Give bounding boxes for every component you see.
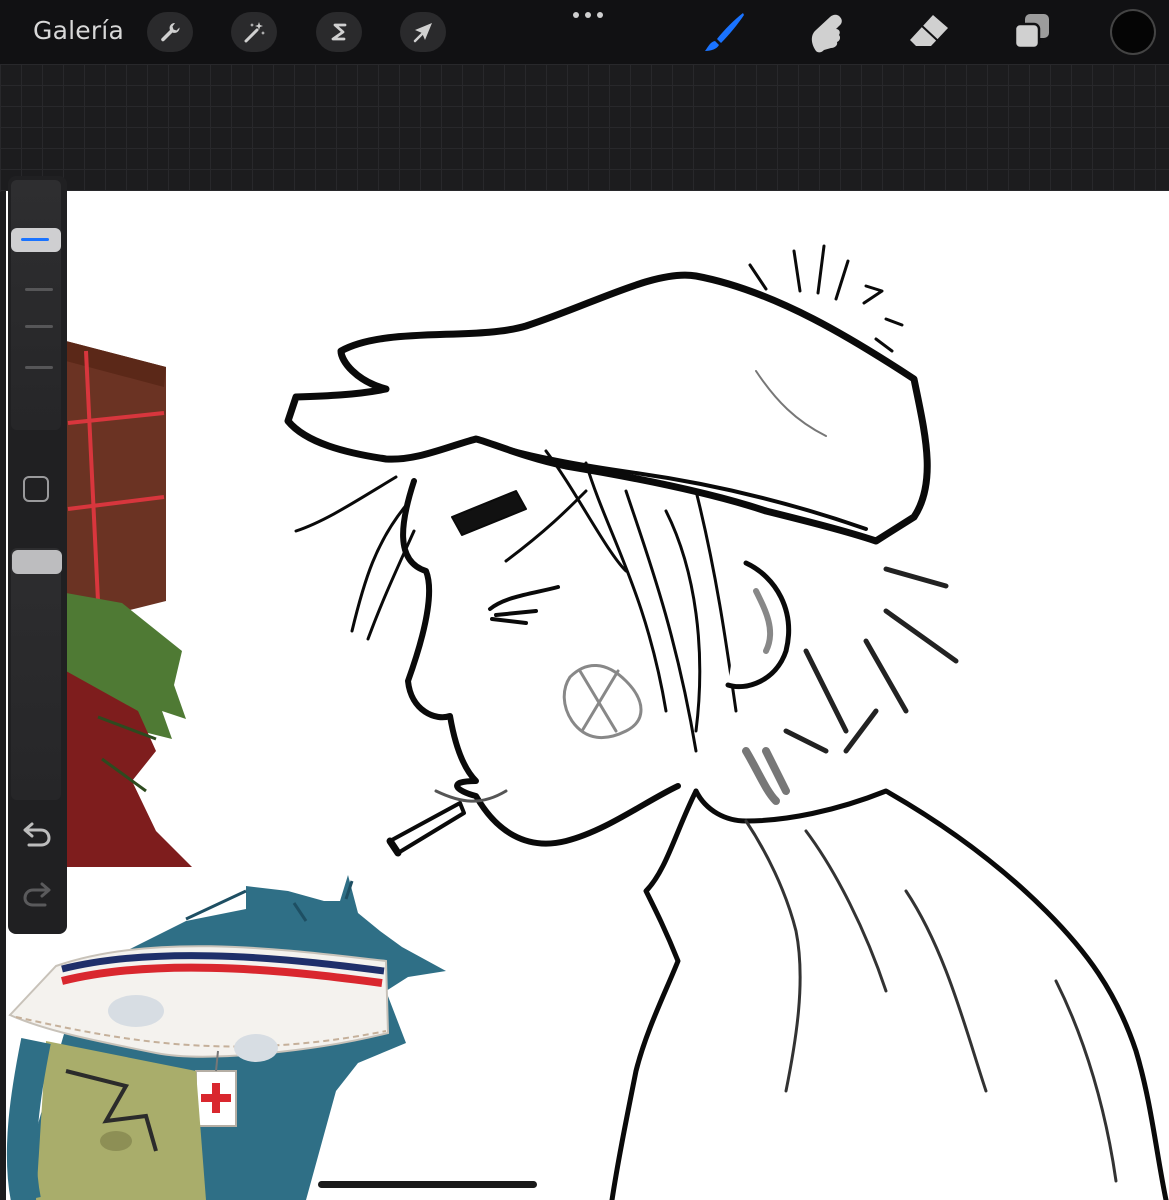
brush-size-handle[interactable] <box>11 228 61 252</box>
opacity-handle[interactable] <box>12 550 62 574</box>
selection-button[interactable] <box>316 12 362 52</box>
eraser-icon[interactable] <box>906 10 952 54</box>
slider-tick <box>25 325 53 328</box>
artwork-illustration <box>6 244 1169 1200</box>
adjustments-button[interactable] <box>231 12 277 52</box>
magic-wand-icon <box>244 22 265 43</box>
actions-button[interactable] <box>147 12 193 52</box>
left-sidebar <box>8 176 67 934</box>
home-indicator[interactable] <box>318 1181 537 1188</box>
reference-image-bottom <box>6 875 446 1200</box>
arrow-cursor-icon <box>413 23 432 43</box>
selection-s-icon <box>331 23 347 41</box>
gallery-button[interactable]: Galería <box>33 16 124 45</box>
brush-size-slider[interactable] <box>11 180 61 430</box>
layers-icon[interactable] <box>1011 10 1053 52</box>
size-indicator <box>21 238 49 241</box>
wrench-icon <box>161 22 180 42</box>
brush-icon[interactable] <box>702 10 748 56</box>
sketch-character <box>284 244 1169 1200</box>
reference-image-top <box>66 341 192 867</box>
undo-arrow-icon[interactable] <box>21 821 53 851</box>
drawing-canvas[interactable] <box>6 191 1169 1200</box>
top-toolbar: Galería <box>0 0 1169 64</box>
workspace-grid <box>0 64 1169 192</box>
color-picker-button[interactable] <box>1112 11 1154 53</box>
opacity-slider[interactable] <box>11 548 61 800</box>
transform-button[interactable] <box>400 12 446 52</box>
slider-tick <box>25 366 53 369</box>
redo-arrow-icon[interactable] <box>21 881 53 911</box>
slider-tick <box>25 288 53 291</box>
square-modify-icon[interactable] <box>23 476 49 502</box>
more-dots-icon[interactable] <box>571 9 605 21</box>
smudge-finger-icon[interactable] <box>806 10 850 56</box>
